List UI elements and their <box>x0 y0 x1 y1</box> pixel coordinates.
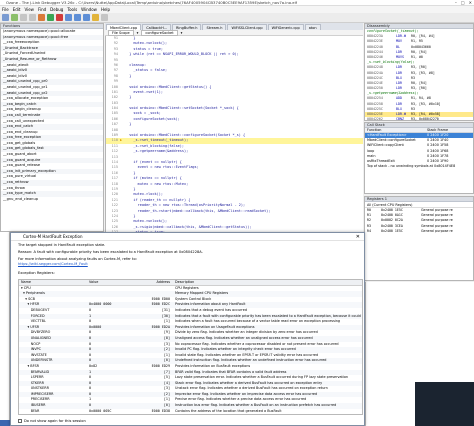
download-icon[interactable] <box>38 14 45 21</box>
menu-item-window[interactable]: Window <box>81 7 97 12</box>
register-description: General purpose re <box>421 228 453 233</box>
hardfault-dialog: Cortex-M HardFault Exception ✕ The targe… <box>10 232 365 426</box>
menu-item-view[interactable]: View <box>24 7 34 12</box>
step-over-icon[interactable] <box>65 14 72 21</box>
code-text: _s->getpeername(&address); <box>125 149 189 154</box>
dont-show-again[interactable]: Do not show again for this session <box>18 419 86 423</box>
menu-bar: File Edit View Find Debug Tools Window Help <box>0 6 474 13</box>
menu-item-find[interactable]: Find <box>38 7 46 12</box>
undo-icon[interactable] <box>20 14 27 21</box>
status-bar <box>0 420 10 426</box>
dialog-title-bar: Cortex-M HardFault Exception ✕ <box>11 233 364 241</box>
close-icon[interactable]: ✕ <box>356 233 360 241</box>
call-stack-col-frame: Stack Frame <box>427 128 449 132</box>
call-stack-col-function: Function <box>367 128 382 132</box>
console-panel <box>0 232 10 426</box>
chevron-down-icon[interactable]: ▾ <box>181 31 183 35</box>
call-stack-list: <HardFault Exception> 0 2400 1F20 MbedClie… <box>365 133 473 169</box>
menu-item-debug[interactable]: Debug <box>50 7 63 12</box>
chevron-down-icon[interactable]: ▾ <box>137 31 139 35</box>
code-text: reader_th->start(mbed::callback(this, &M… <box>125 208 271 213</box>
functions-list: (anonymous namespace)::pool::allocate (an… <box>1 29 103 202</box>
exception-rows: ▾ CPU CPU Registers ▾ Peripherals Memory M… <box>19 286 362 414</box>
exception-name: BFAR <box>21 408 40 413</box>
exception-value: 0x0000 005C <box>89 408 112 413</box>
disassembly-panel: Disassembly configureSocket(_timeout); 08… <box>364 23 474 121</box>
settings-icon[interactable] <box>101 14 108 21</box>
col-name: Name <box>21 280 32 284</box>
dont-show-again-label: Do not show again for this session <box>24 419 86 423</box>
register-row[interactable]: R4 0x2400 1E5C General purpose re <box>365 229 473 234</box>
dialog-title: Cortex-M HardFault Exception <box>23 234 83 239</box>
call-stack-row[interactable]: Top of stack - no unwinding symbols at 0… <box>365 164 473 169</box>
col-value: Value <box>89 280 99 284</box>
instruction-operands: R3, [R3, #0x10] <box>411 101 441 106</box>
dialog-message: The target stopped in HardFault exceptio… <box>11 241 364 269</box>
menu-item-tools[interactable]: Tools <box>67 7 77 12</box>
step-into-icon[interactable] <box>74 14 81 21</box>
step-out-icon[interactable] <box>83 14 90 21</box>
code-text: event = new rtos::EventFlags; <box>125 165 199 170</box>
registers-panel: Registers 1 All (Current CPU Registers) … <box>364 196 474 281</box>
disassembly-list[interactable]: configureSocket(_timeout); 0804223A LDR.W R… <box>365 29 473 122</box>
reset-icon[interactable] <box>92 14 99 21</box>
menu-item-file[interactable]: File <box>2 7 9 12</box>
menu-item-help[interactable]: Help <box>101 7 110 12</box>
terminal-panel <box>415 382 474 426</box>
scope-select[interactable]: File Scope <box>108 29 134 36</box>
functions-panel: Functions (anonymous namespace)::pool::a… <box>0 23 104 232</box>
function-item[interactable]: __gnu_end_cleanup <box>1 197 103 203</box>
col-description: Description <box>175 280 195 284</box>
window-title: Ozone - The J-Link Debugger V3.26c - C:\… <box>6 0 297 5</box>
menu-item-edit[interactable]: Edit <box>13 7 21 12</box>
exception-row[interactable]: BFAR 0x0000 005C E000 ED38 Contains the add… <box>19 408 362 414</box>
toolbar <box>0 13 474 23</box>
redo-icon[interactable] <box>29 14 36 21</box>
code-text: configureSocket(sock); <box>125 116 180 121</box>
code-text: } <box>125 122 132 127</box>
call-stack-function: Top of stack - no unwinding symbols at 0… <box>367 164 456 169</box>
fault-wiki-link[interactable]: https://wiki.segger.com/Cortex-M_Fault <box>18 262 357 267</box>
exception-address: E000 ED38 <box>151 408 170 413</box>
code-text: } while (ret == NSAPI_ERROR_WOULD_BLOCK … <box>125 52 239 57</box>
exception-registers-label: Exception Registers: <box>18 271 55 275</box>
registers-list: R0 0x2400 1E5C General purpose re R1 0x2400 … <box>365 208 473 234</box>
function-select[interactable]: configureSocket <box>141 29 178 36</box>
continue-icon[interactable] <box>47 14 54 21</box>
register-value: 0x2400 1E5C <box>381 228 403 233</box>
dialog-line-1: The target stopped in HardFault exceptio… <box>18 243 106 247</box>
open-icon[interactable] <box>2 14 9 21</box>
halt-icon[interactable] <box>56 14 63 21</box>
dont-show-again-checkbox[interactable] <box>18 419 22 423</box>
dialog-line-2: Reason: A fault with configurable priori… <box>18 250 203 254</box>
register-name: R4 <box>367 228 371 233</box>
col-address: Address <box>156 280 170 284</box>
exception-registers-table: Name Value Address Description ▾ CPU CPU … <box>18 279 363 415</box>
source-code-editor[interactable]: 91 } 92 mutex->unlock(); 93 status = true;… <box>105 36 363 232</box>
call-stack-panel: Call Stack Function Stack Frame <HardFau… <box>364 122 474 194</box>
save-icon[interactable] <box>11 14 18 21</box>
exception-description: Contains the address of the location tha… <box>175 408 282 413</box>
code-text: } <box>125 95 132 100</box>
code-text: } <box>125 73 132 78</box>
